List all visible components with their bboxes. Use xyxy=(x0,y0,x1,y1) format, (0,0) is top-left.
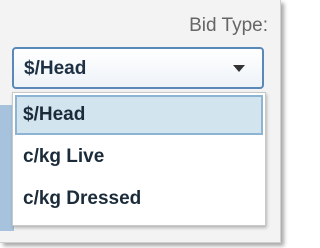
option-c-kg-dressed[interactable]: c/kg Dressed xyxy=(15,179,263,219)
chevron-down-icon[interactable] xyxy=(233,65,245,72)
option-per-head[interactable]: $/Head xyxy=(15,95,263,135)
bid-type-label: Bid Type: xyxy=(189,15,268,36)
bid-type-selected-value: $/Head xyxy=(24,58,87,79)
bid-type-panel: Bid Type: $/Head $/Head c/kg Live c/kg D… xyxy=(0,0,281,243)
option-c-kg-live[interactable]: c/kg Live xyxy=(15,137,263,177)
bid-type-select[interactable]: $/Head xyxy=(12,47,264,89)
bid-type-dropdown-list: $/Head c/kg Live c/kg Dressed xyxy=(12,92,266,226)
